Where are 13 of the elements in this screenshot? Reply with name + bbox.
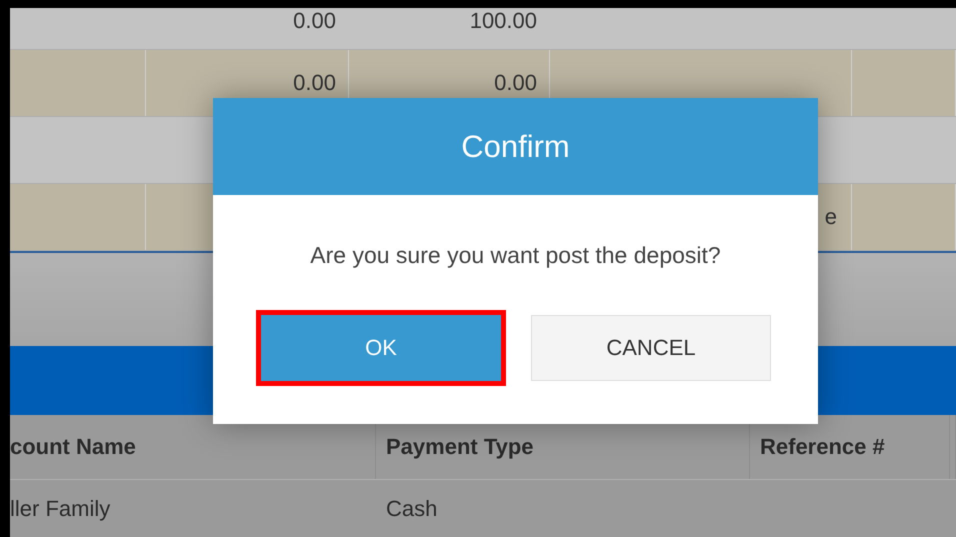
- dialog-message: Are you sure you want post the deposit?: [310, 242, 721, 268]
- column-header: Payment Type: [386, 434, 534, 460]
- column-header: Reference #: [760, 434, 885, 460]
- cancel-button[interactable]: CANCEL: [531, 315, 771, 381]
- column-header: count Name: [10, 434, 136, 460]
- table-cell: 100.00: [470, 8, 537, 34]
- table-cell: ller Family: [10, 496, 110, 522]
- table-cell: 0.00: [293, 8, 336, 34]
- table-cell: Cash: [386, 496, 438, 522]
- table-cell: 0.00: [293, 70, 336, 96]
- dialog-title: Confirm: [461, 128, 570, 164]
- table-cell: e: [824, 204, 837, 230]
- table-cell: 0.00: [494, 70, 537, 96]
